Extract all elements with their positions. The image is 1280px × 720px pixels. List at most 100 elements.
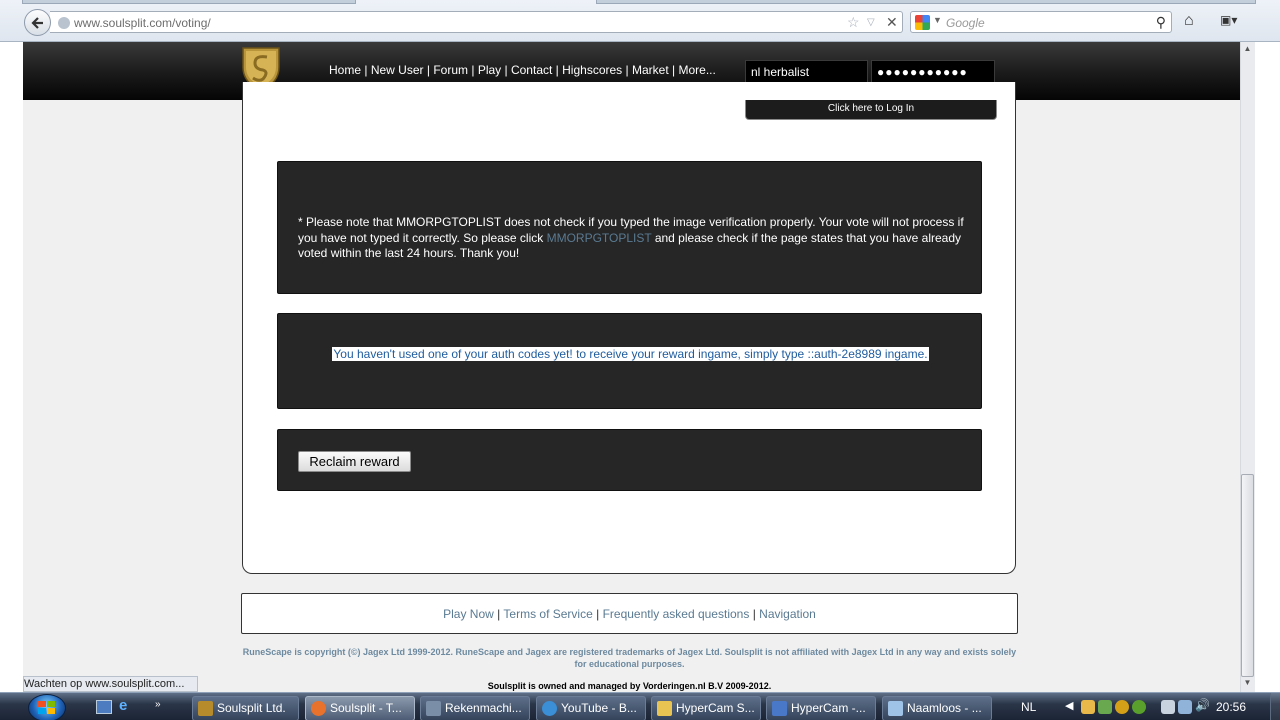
- history-dropdown-icon[interactable]: ▽: [867, 17, 875, 28]
- show-desktop-icon[interactable]: [96, 700, 112, 714]
- tray-app-icon[interactable]: [1098, 700, 1112, 714]
- folder-icon: [657, 701, 672, 716]
- system-tray: NL ◀ 🔊 20:56: [1018, 693, 1280, 720]
- notepad-icon: [888, 701, 903, 716]
- mmorpgtoplist-link[interactable]: MMORPGTOPLIST: [547, 231, 652, 245]
- nav-forum[interactable]: Forum: [433, 63, 468, 77]
- username-field[interactable]: nl herbalist: [745, 60, 868, 83]
- footer-faq[interactable]: Frequently asked questions: [603, 607, 750, 621]
- taskbar-button-soulsplit-firefox[interactable]: Soulsplit - T...: [305, 696, 415, 720]
- url-text[interactable]: www.soulsplit.com/voting/: [74, 16, 211, 30]
- footer-navigation[interactable]: Navigation: [759, 607, 816, 621]
- home-icon[interactable]: ⌂: [1184, 12, 1194, 30]
- taskbar-button-soulsplit-ltd[interactable]: Soulsplit Ltd.: [192, 696, 299, 720]
- page-viewport: Home | New User | Forum | Play | Contact…: [23, 42, 1240, 692]
- window-right-edge: [1256, 42, 1280, 692]
- taskbar-button-hypercam[interactable]: HyperCam -...: [766, 696, 876, 720]
- browser-status-text: Wachten op www.soulsplit.com...: [23, 676, 198, 692]
- url-bar[interactable]: www.soulsplit.com/voting/ ☆ ▽ ✕: [50, 11, 903, 33]
- footer-separator: |: [497, 607, 501, 621]
- auth-message-selected-text[interactable]: You haven't used one of your auth codes …: [332, 347, 929, 361]
- reclaim-reward-button[interactable]: Reclaim reward: [298, 451, 411, 472]
- tray-app-icon[interactable]: [1081, 700, 1095, 714]
- google-icon[interactable]: [915, 15, 930, 30]
- site-identity-icon[interactable]: [58, 17, 70, 29]
- copyright-text: RuneScape is copyright (©) Jagex Ltd 199…: [242, 647, 1017, 669]
- bookmarks-menu-icon[interactable]: ▣▾: [1220, 13, 1246, 29]
- quick-launch-expand-icon[interactable]: »: [155, 699, 171, 713]
- tray-app-icon[interactable]: [1132, 700, 1146, 714]
- browser-tab[interactable]: [596, 0, 1256, 4]
- owned-by-text: Soulsplit is owned and managed by Vorder…: [487, 681, 772, 691]
- language-indicator[interactable]: NL: [1021, 700, 1036, 714]
- nav-separator: |: [672, 63, 676, 77]
- search-placeholder[interactable]: Google: [946, 16, 985, 30]
- stop-icon[interactable]: ✕: [886, 14, 898, 31]
- footer-play-now[interactable]: Play Now: [443, 607, 494, 621]
- login-button[interactable]: Click here to Log In: [745, 100, 997, 120]
- ie-icon: [542, 701, 557, 716]
- main-nav: Home | New User | Forum | Play | Contact…: [329, 63, 716, 77]
- window-left-edge: [0, 42, 23, 692]
- taskbar-button-label: HyperCam S...: [676, 701, 755, 715]
- network-icon[interactable]: [1178, 700, 1192, 714]
- browser-toolbar: www.soulsplit.com/voting/ ☆ ▽ ✕ ▼ Google…: [0, 0, 1280, 42]
- reclaim-box: Reclaim reward: [277, 429, 982, 491]
- password-field[interactable]: ●●●●●●●●●●●: [871, 60, 995, 83]
- nav-play[interactable]: Play: [478, 63, 501, 77]
- vote-notice-box: * Please note that MMORPGTOPLIST does no…: [277, 161, 982, 294]
- search-bar[interactable]: ▼ Google ⚲: [910, 11, 1172, 33]
- scroll-down-arrow-icon[interactable]: ▼: [1241, 678, 1254, 691]
- taskbar-button-youtube[interactable]: YouTube - B...: [536, 696, 646, 720]
- taskbar-button-label: Rekenmachi...: [445, 701, 522, 715]
- browser-tab[interactable]: [22, 0, 356, 4]
- nav-new-user[interactable]: New User: [371, 63, 424, 77]
- scroll-up-arrow-icon[interactable]: ▲: [1241, 44, 1254, 57]
- footer-terms[interactable]: Terms of Service: [503, 607, 592, 621]
- tray-app-icon[interactable]: [1115, 700, 1129, 714]
- footer-separator: |: [752, 607, 756, 621]
- scrollbar-thumb[interactable]: [1241, 474, 1254, 677]
- taskbar-button-hypercam-folder[interactable]: HyperCam S...: [651, 696, 761, 720]
- nav-contact[interactable]: Contact: [511, 63, 552, 77]
- bookmark-star-icon[interactable]: ☆: [847, 14, 860, 31]
- nav-separator: |: [471, 63, 475, 77]
- nav-separator: |: [364, 63, 368, 77]
- nav-home[interactable]: Home: [329, 63, 361, 77]
- back-button[interactable]: [24, 9, 51, 36]
- taskbar-button-label: Soulsplit - T...: [330, 701, 402, 715]
- tab-strip: [0, 0, 1280, 4]
- taskbar-button-label: YouTube - B...: [561, 701, 637, 715]
- nav-separator: |: [426, 63, 430, 77]
- nav-separator: |: [504, 63, 508, 77]
- nav-market[interactable]: Market: [632, 63, 669, 77]
- nav-separator: |: [555, 63, 559, 77]
- search-icon[interactable]: ⚲: [1156, 14, 1166, 31]
- taskbar-button-label: Soulsplit Ltd.: [217, 701, 286, 715]
- nav-separator: |: [625, 63, 629, 77]
- taskbar-button-calculator[interactable]: Rekenmachi...: [420, 696, 530, 720]
- hypercam-icon: [772, 701, 787, 716]
- show-desktop-button[interactable]: [1270, 693, 1280, 720]
- windows-logo-icon: [38, 701, 55, 714]
- vote-notice-text: * Please note that MMORPGTOPLIST does no…: [298, 215, 968, 262]
- auth-message: You haven't used one of your auth codes …: [278, 347, 983, 361]
- back-arrow-icon: [30, 16, 43, 29]
- nav-more[interactable]: More...: [678, 63, 715, 77]
- show-hidden-icons-icon[interactable]: ◀: [1065, 699, 1073, 712]
- nav-highscores[interactable]: Highscores: [562, 63, 622, 77]
- windows-taskbar: e » Soulsplit Ltd. Soulsplit - T... Reke…: [0, 692, 1280, 720]
- volume-icon[interactable]: 🔊: [1195, 698, 1210, 712]
- soulsplit-icon: [198, 701, 213, 716]
- footer-links: Play Now | Terms of Service | Frequently…: [241, 593, 1018, 634]
- firefox-icon: [311, 701, 326, 716]
- safely-remove-hardware-icon[interactable]: [1161, 700, 1175, 714]
- taskbar-button-label: Naamloos - ...: [907, 701, 982, 715]
- footer-separator: |: [596, 607, 600, 621]
- taskbar-button-label: HyperCam -...: [791, 701, 866, 715]
- taskbar-button-notepad[interactable]: Naamloos - ...: [882, 696, 992, 720]
- auth-code-box: You haven't used one of your auth codes …: [277, 313, 982, 409]
- internet-explorer-icon[interactable]: e: [119, 697, 135, 714]
- engine-dropdown-icon[interactable]: ▼: [933, 15, 942, 25]
- clock[interactable]: 20:56: [1216, 700, 1246, 714]
